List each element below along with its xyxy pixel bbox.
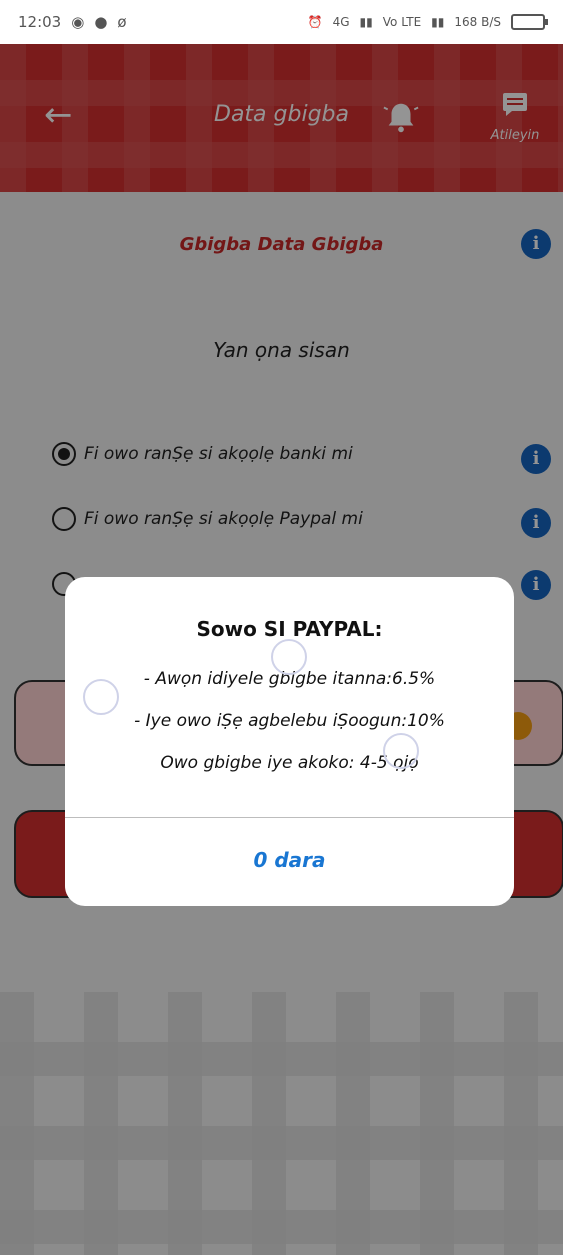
dialog-divider [65,817,514,818]
paypal-dialog: Sowo SI PAYPAL: - Awọn idiyele gbigbe it… [65,577,514,906]
battery-icon [511,14,548,30]
dialog-line-cost: - Iye owo iṢẹ agbelebu iṢoogun:10% [134,711,445,731]
signal-icon: ▮▮ [359,15,373,29]
signal-icon-2: ▮▮ [431,15,445,29]
network-4g: 4G [332,15,350,29]
notification-icon: ◉ [71,13,85,31]
message-icon: ● [94,13,108,31]
dialog-title: Sowo SI PAYPAL: [196,617,383,641]
touch-indicator [83,679,119,715]
dialog-ok-button[interactable]: 0 dara [65,835,514,885]
network-volte: Vo LTE [382,15,422,29]
touch-indicator-3 [383,733,419,769]
touch-indicator-2 [271,639,307,675]
network-speed: 168 B/S [454,15,501,29]
alarm-icon: ⏰ [307,15,323,29]
status-time: 12:03 [18,13,62,31]
status-bar: 12:03 ◉ ● ø ⏰ 4G ▮▮ Vo LTE ▮▮ 168 B/S [0,0,563,44]
settings-icon: ø [117,13,127,31]
dialog-line-duration: Owo gbigbe iye akoko: 4-5 ọjọ [160,753,419,773]
